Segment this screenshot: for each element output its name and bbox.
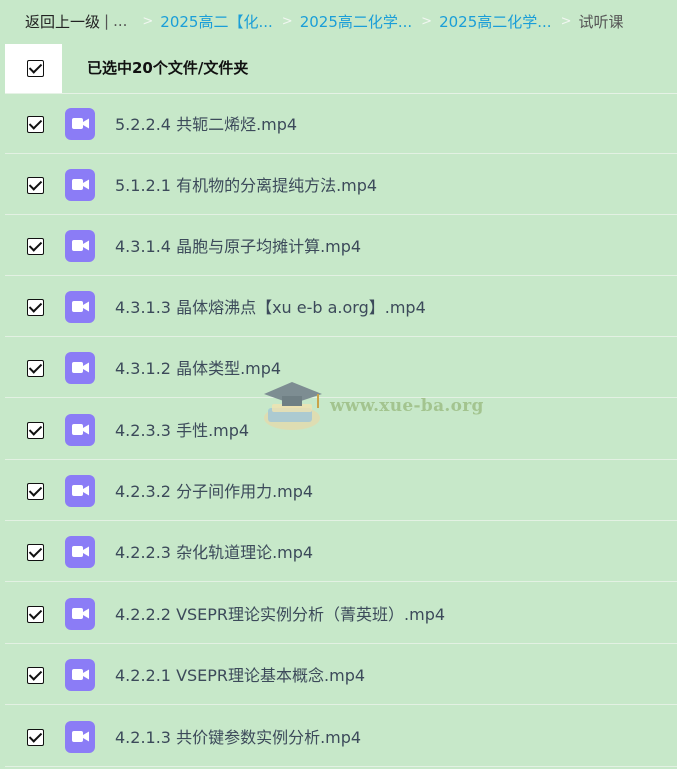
file-name[interactable]: 4.2.2.2 VSEPR理论实例分析（菁英班）.mp4 [115,584,445,646]
file-name[interactable]: 4.2.1.3 共价键参数实例分析.mp4 [115,707,361,769]
chevron-right-icon: > [560,13,572,29]
file-checkbox[interactable] [27,299,44,316]
file-row[interactable]: 5.2.2.4 共轭二烯烃.mp4 [5,94,677,154]
video-file-icon [65,108,95,140]
selection-header: 已选中20个文件/文件夹 [5,44,677,94]
breadcrumb-ellipsis[interactable]: ... [113,12,127,30]
chevron-right-icon: > [421,13,433,29]
file-checkbox[interactable] [27,483,44,500]
file-name[interactable]: 4.2.2.3 杂化轨道理论.mp4 [115,522,313,584]
file-checkbox[interactable] [27,177,44,194]
file-checkbox[interactable] [27,422,44,439]
file-checkbox[interactable] [27,606,44,623]
file-name[interactable]: 5.1.2.1 有机物的分离提纯方法.mp4 [115,155,377,217]
select-all-cell[interactable] [5,44,62,93]
video-file-icon [65,536,95,568]
file-row[interactable]: 4.3.1.2 晶体类型.mp4 [5,338,677,398]
selection-count-label: 已选中20个文件/文件夹 [87,59,249,77]
breadcrumb-item[interactable]: 2025高二化学... [300,11,412,32]
file-checkbox[interactable] [27,238,44,255]
breadcrumb-item[interactable]: 2025高二【化... [160,11,272,32]
back-button[interactable]: 返回上一级 [25,11,100,32]
video-file-icon [65,291,95,323]
file-checkbox[interactable] [27,544,44,561]
video-file-icon [65,721,95,753]
video-file-icon [65,169,95,201]
file-name[interactable]: 4.3.1.4 晶胞与原子均摊计算.mp4 [115,216,361,278]
video-file-icon [65,414,95,446]
file-name[interactable]: 4.2.3.2 分子间作用力.mp4 [115,461,313,523]
video-file-icon [65,352,95,384]
file-name[interactable]: 4.2.2.1 VSEPR理论基本概念.mp4 [115,645,365,707]
chevron-right-icon: > [281,13,293,29]
file-name[interactable]: 4.2.3.3 手性.mp4 [115,400,249,462]
breadcrumb-current: 试听课 [578,12,624,31]
file-row[interactable]: 4.2.3.3 手性.mp4 [5,400,677,460]
file-checkbox[interactable] [27,667,44,684]
file-row[interactable]: 4.2.2.3 杂化轨道理论.mp4 [5,522,677,582]
file-name[interactable]: 4.3.1.3 晶体熔沸点【xu e-b a.org】.mp4 [115,277,426,339]
breadcrumb: 返回上一级 | ... > 2025高二【化... > 2025高二化学... … [0,0,677,42]
file-row[interactable]: 4.3.1.3 晶体熔沸点【xu e-b a.org】.mp4 [5,277,677,337]
file-checkbox[interactable] [27,729,44,746]
chevron-right-icon: > [142,13,154,29]
file-checkbox[interactable] [27,360,44,377]
file-row[interactable]: 4.2.2.2 VSEPR理论实例分析（菁英班）.mp4 [5,584,677,644]
video-file-icon [65,659,95,691]
video-file-icon [65,475,95,507]
file-name[interactable]: 5.2.2.4 共轭二烯烃.mp4 [115,94,297,156]
file-row[interactable]: 4.2.3.2 分子间作用力.mp4 [5,461,677,521]
file-row[interactable]: 4.2.1.3 共价键参数实例分析.mp4 [5,707,677,767]
select-all-checkbox[interactable] [27,60,44,77]
video-file-icon [65,598,95,630]
video-file-icon [65,230,95,262]
file-name[interactable]: 4.3.1.2 晶体类型.mp4 [115,338,281,400]
file-row[interactable]: 5.1.2.1 有机物的分离提纯方法.mp4 [5,155,677,215]
breadcrumb-separator: | [104,12,110,30]
file-row[interactable]: 4.2.2.1 VSEPR理论基本概念.mp4 [5,645,677,705]
breadcrumb-item[interactable]: 2025高二化学... [439,11,551,32]
file-row[interactable]: 4.3.1.4 晶胞与原子均摊计算.mp4 [5,216,677,276]
file-checkbox[interactable] [27,116,44,133]
